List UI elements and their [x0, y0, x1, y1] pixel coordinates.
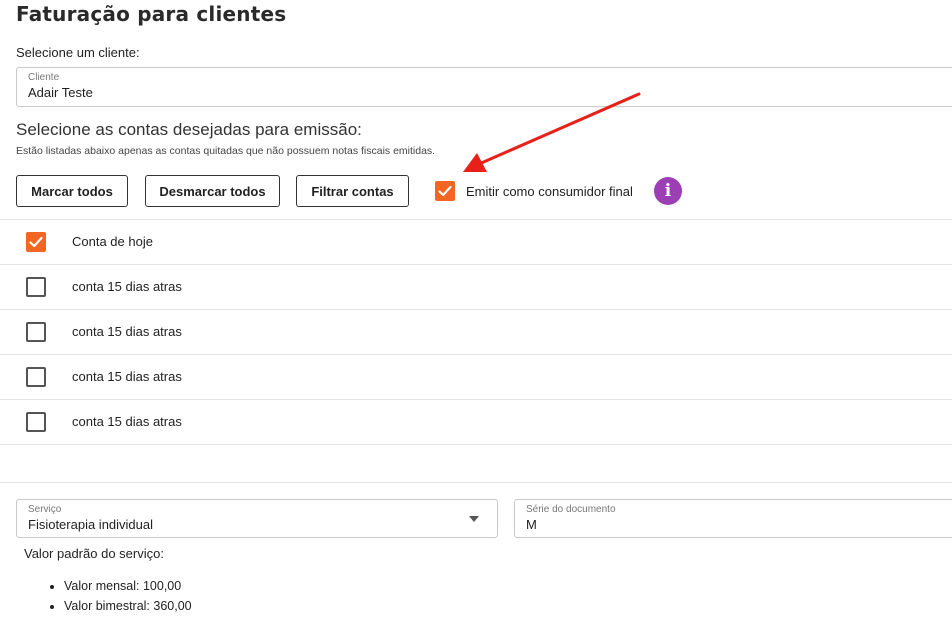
final-consumer-label[interactable]: Emitir como consumidor final [466, 184, 633, 199]
account-checkbox[interactable] [26, 412, 46, 432]
list-item[interactable]: conta 15 dias atras [0, 354, 952, 399]
divider [0, 482, 952, 483]
account-checkbox[interactable] [26, 322, 46, 342]
client-field-value[interactable]: Adair Teste [28, 85, 93, 100]
accounts-heading: Selecione as contas desejadas para emiss… [16, 120, 362, 139]
final-consumer-checkbox[interactable] [435, 181, 455, 201]
account-label: conta 15 dias atras [72, 414, 182, 429]
price-list: Valor mensal: 100,00 Valor bimestral: 36… [26, 579, 192, 619]
default-value-label: Valor padrão do serviço: [24, 546, 164, 561]
client-prompt: Selecione um cliente: [16, 45, 140, 60]
service-field-value: Fisioterapia individual [28, 517, 154, 532]
list-item[interactable]: conta 15 dias atras [0, 309, 952, 354]
document-series-field[interactable]: Série do documento M [514, 499, 952, 538]
price-bimonthly: Valor bimestral: 360,00 [64, 599, 192, 613]
filter-accounts-button[interactable]: Filtrar contas [296, 175, 409, 207]
select-all-button[interactable]: Marcar todos [16, 175, 128, 207]
service-field-label: Serviço [28, 504, 62, 515]
service-select[interactable]: Serviço Fisioterapia individual [16, 499, 498, 538]
list-item[interactable]: conta 15 dias atras [0, 399, 952, 445]
account-label: conta 15 dias atras [72, 369, 182, 384]
account-label: Conta de hoje [72, 234, 153, 249]
account-label: conta 15 dias atras [72, 279, 182, 294]
checkmark-icon [29, 236, 43, 248]
account-checkbox[interactable] [26, 367, 46, 387]
list-item[interactable]: Conta de hoje [0, 219, 952, 264]
chevron-down-icon[interactable] [469, 516, 479, 522]
account-checkbox[interactable] [26, 232, 46, 252]
account-label: conta 15 dias atras [72, 324, 182, 339]
red-arrow-annotation [463, 92, 641, 172]
deselect-all-button[interactable]: Desmarcar todos [145, 175, 280, 207]
price-monthly: Valor mensal: 100,00 [64, 579, 192, 593]
page-title: Faturação para clientes [16, 2, 287, 26]
list-item[interactable]: conta 15 dias atras [0, 264, 952, 309]
accounts-note: Estão listadas abaixo apenas as contas q… [16, 145, 436, 157]
document-series-label: Série do documento [526, 504, 616, 515]
checkmark-icon [438, 185, 452, 197]
account-checkbox[interactable] [26, 277, 46, 297]
client-field-label: Cliente [28, 72, 60, 83]
document-series-value[interactable]: M [526, 517, 537, 532]
info-icon[interactable]: i [654, 177, 682, 205]
